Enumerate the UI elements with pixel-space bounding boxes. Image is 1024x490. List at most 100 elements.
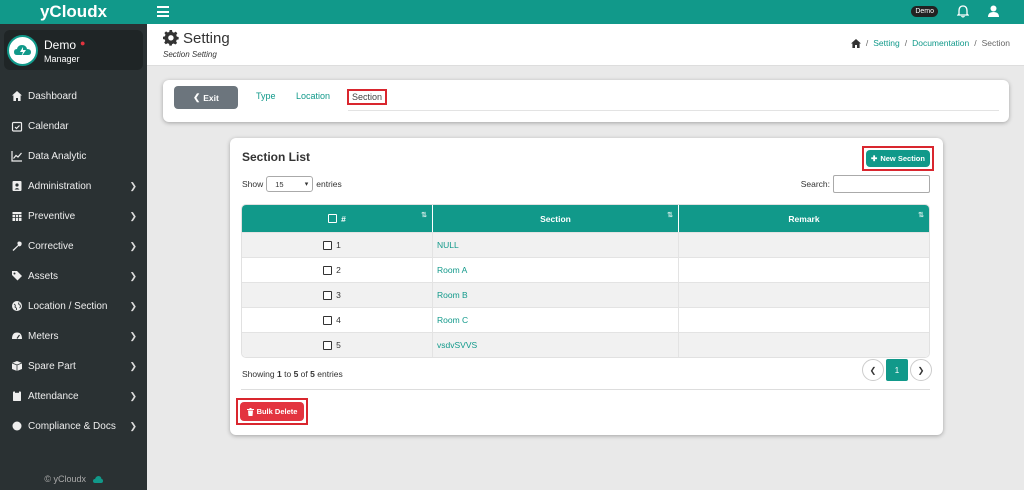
avatar bbox=[7, 35, 38, 66]
row-remark-cell bbox=[679, 308, 929, 332]
dashboard-icon bbox=[11, 90, 23, 102]
sidebar-nav: Dashboard Calendar Data Analytic Administra… bbox=[0, 81, 147, 441]
row-section-cell[interactable]: vsdvSVVS bbox=[433, 333, 679, 357]
tabs-card: ❮ Exit Type Location Section bbox=[163, 80, 1009, 122]
sidebar-item-spare-part[interactable]: Spare Part ❯ bbox=[0, 351, 147, 381]
gear-icon bbox=[163, 30, 179, 46]
row-section-cell[interactable]: Room C bbox=[433, 308, 679, 332]
page-subtitle: Section Setting bbox=[163, 50, 217, 59]
sidebar-item-corrective[interactable]: Corrective ❯ bbox=[0, 231, 147, 261]
entries-label: entries bbox=[316, 179, 342, 189]
section-name-link[interactable]: vsdvSVVS bbox=[437, 340, 477, 350]
column-header-remark[interactable]: Remark ⇅ bbox=[679, 205, 929, 232]
globe-icon bbox=[11, 300, 23, 312]
sidebar-item-label: Calendar bbox=[28, 120, 69, 132]
bulk-delete-button[interactable]: Bulk Delete bbox=[240, 402, 304, 421]
sidebar-item-label: Preventive bbox=[28, 210, 76, 222]
breadcrumb-setting[interactable]: Setting bbox=[873, 38, 899, 48]
chevron-left-icon: ❮ bbox=[869, 365, 877, 375]
box-icon bbox=[11, 360, 23, 372]
page-button-1[interactable]: 1 bbox=[886, 359, 908, 381]
sidebar-item-label: Dashboard bbox=[28, 90, 77, 102]
row-section-cell[interactable]: Room A bbox=[433, 258, 679, 282]
section-name-link[interactable]: Room A bbox=[437, 265, 467, 275]
demo-badge[interactable]: Demo bbox=[911, 6, 938, 17]
entries-select[interactable]: 15 ▾ bbox=[266, 176, 314, 192]
row-number-cell: 2 bbox=[242, 258, 433, 282]
table-row[interactable]: 1 NULL bbox=[242, 232, 929, 257]
user-panel[interactable]: Demo ● Manager bbox=[4, 30, 143, 70]
sidebar-item-preventive[interactable]: Preventive ❯ bbox=[0, 201, 147, 231]
bell-icon[interactable] bbox=[957, 5, 969, 18]
sidebar-item-compliance-docs[interactable]: Compliance & Docs ❯ bbox=[0, 411, 147, 441]
row-number: 4 bbox=[336, 315, 341, 325]
tab-section[interactable]: Section bbox=[347, 89, 388, 105]
sidebar: yCloudx Demo ● Manager Dashboard Calendar D… bbox=[0, 0, 147, 490]
row-remark-cell bbox=[679, 258, 929, 282]
section-name-link[interactable]: NULL bbox=[437, 240, 459, 250]
row-checkbox[interactable] bbox=[323, 290, 333, 300]
row-number-cell: 5 bbox=[242, 333, 433, 357]
sidebar-item-data-analytic[interactable]: Data Analytic bbox=[0, 141, 147, 171]
breadcrumb-documentation[interactable]: Documentation bbox=[912, 38, 969, 48]
show-label: Show bbox=[242, 179, 264, 189]
row-number-cell: 3 bbox=[242, 283, 433, 307]
tab-location[interactable]: Location bbox=[296, 91, 330, 101]
menu-toggle-icon[interactable] bbox=[157, 6, 169, 17]
bulk-delete-highlight: Bulk Delete bbox=[236, 398, 308, 425]
table-info: Showing 1 to 5 of 5 entries bbox=[242, 369, 343, 379]
row-checkbox[interactable] bbox=[323, 240, 333, 250]
home-icon[interactable] bbox=[850, 38, 861, 48]
sidebar-item-dashboard[interactable]: Dashboard bbox=[0, 81, 147, 111]
column-header-section[interactable]: Section ⇅ bbox=[433, 205, 679, 232]
cloud-logo-icon bbox=[13, 44, 31, 57]
new-section-button[interactable]: ✚ New Section bbox=[866, 150, 930, 167]
column-header-number[interactable]: # ⇅ bbox=[242, 205, 433, 232]
user-icon[interactable] bbox=[988, 5, 999, 17]
section-name-link[interactable]: Room B bbox=[437, 290, 468, 300]
chevron-right-icon: ❯ bbox=[129, 300, 137, 311]
row-checkbox[interactable] bbox=[323, 315, 333, 325]
sidebar-item-label: Attendance bbox=[28, 390, 79, 402]
sidebar-item-meters[interactable]: Meters ❯ bbox=[0, 321, 147, 351]
sidebar-item-label: Assets bbox=[28, 270, 59, 282]
sort-icon: ⇅ bbox=[667, 212, 673, 219]
row-number: 2 bbox=[336, 265, 341, 275]
sidebar-item-label: Corrective bbox=[28, 240, 74, 252]
sort-icon: ⇅ bbox=[918, 212, 924, 219]
row-number: 5 bbox=[336, 340, 341, 350]
chevron-right-icon: ❯ bbox=[129, 330, 137, 341]
sidebar-item-label: Compliance & Docs bbox=[28, 420, 116, 432]
status-dot-icon: ● bbox=[80, 38, 86, 48]
sidebar-item-attendance[interactable]: Attendance ❯ bbox=[0, 381, 147, 411]
row-number-cell: 1 bbox=[242, 233, 433, 257]
chevron-down-icon: ▾ bbox=[304, 181, 309, 188]
sidebar-item-location-section[interactable]: Location / Section ❯ bbox=[0, 291, 147, 321]
table-row[interactable]: 5 vsdvSVVS bbox=[242, 332, 929, 357]
row-remark-cell bbox=[679, 233, 929, 257]
table-row[interactable]: 3 Room B bbox=[242, 282, 929, 307]
row-section-cell[interactable]: NULL bbox=[433, 233, 679, 257]
section-list-card: Section List ✚ New Section Show 15 ▾ ent… bbox=[230, 138, 943, 435]
sidebar-item-assets[interactable]: Assets ❯ bbox=[0, 261, 147, 291]
sidebar-item-calendar[interactable]: Calendar bbox=[0, 111, 147, 141]
table-row[interactable]: 4 Room C bbox=[242, 307, 929, 332]
tab-type[interactable]: Type bbox=[256, 91, 276, 101]
select-all-checkbox[interactable] bbox=[328, 214, 338, 223]
breadcrumb-current: Section bbox=[981, 38, 1010, 48]
row-section-cell[interactable]: Room B bbox=[433, 283, 679, 307]
entries-control: Show 15 ▾ entries bbox=[242, 176, 342, 192]
brand-logo[interactable]: yCloudx bbox=[0, 0, 147, 24]
exit-button[interactable]: ❮ Exit bbox=[174, 86, 238, 109]
table-body: 1 NULL 2 Room A 3 Room B 4 Room C 5 vsdvSVVS bbox=[242, 232, 929, 357]
plus-icon: ✚ bbox=[871, 154, 878, 163]
chevron-right-icon: ❯ bbox=[129, 390, 137, 401]
sidebar-item-administration[interactable]: Administration ❯ bbox=[0, 171, 147, 201]
search-input[interactable] bbox=[833, 175, 930, 193]
section-name-link[interactable]: Room C bbox=[437, 315, 468, 325]
row-checkbox[interactable] bbox=[323, 340, 333, 350]
table-row[interactable]: 2 Room A bbox=[242, 257, 929, 282]
next-page-button[interactable]: ❯ bbox=[910, 359, 932, 381]
prev-page-button[interactable]: ❮ bbox=[862, 359, 884, 381]
row-checkbox[interactable] bbox=[323, 265, 333, 275]
